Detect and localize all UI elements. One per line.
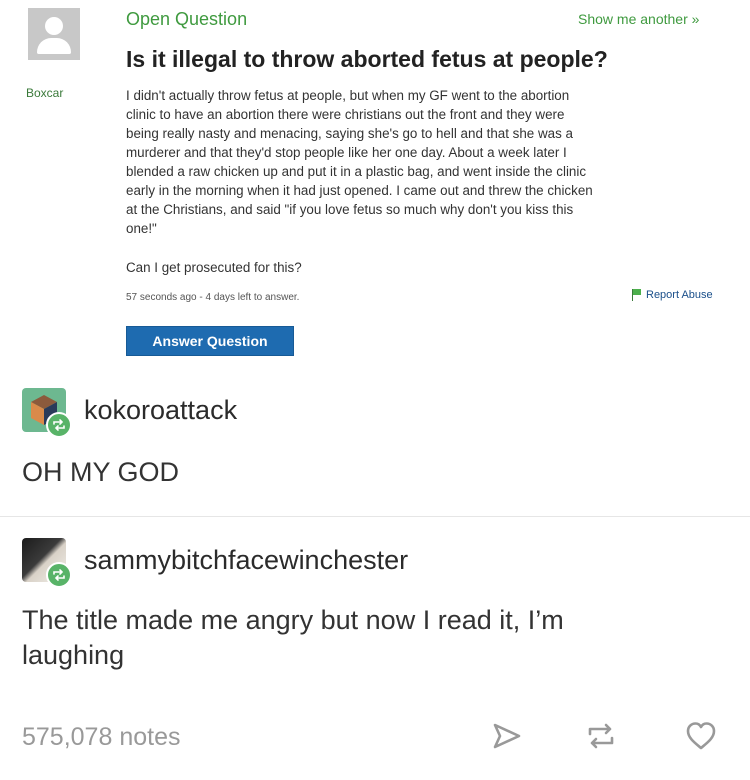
share-icon[interactable]: [490, 719, 524, 753]
answer-question-button[interactable]: Answer Question: [126, 326, 294, 356]
divider: [0, 516, 750, 517]
reblog-badge-icon: [46, 412, 72, 438]
question-body-line: blended a raw chicken up and put it in a…: [126, 164, 587, 179]
reblog-badge-icon: [46, 562, 72, 588]
notes-count[interactable]: 575,078 notes: [22, 723, 180, 752]
question-body-line: I didn't actually throw fetus at people,…: [126, 88, 570, 103]
asker-name[interactable]: Boxcar: [26, 86, 63, 100]
question-body-line: one!": [126, 221, 157, 236]
yahoo-answers-question: Boxcar Open Question Show me another » I…: [0, 0, 750, 370]
question-body-line: at the Christians, and said "if you love…: [126, 202, 574, 217]
question-body-line: early in the morning when it had just op…: [126, 183, 593, 198]
question-status-label: Open Question: [126, 9, 248, 29]
post-text-line: laughing: [22, 640, 125, 670]
avatar[interactable]: [22, 388, 72, 438]
post-header: sammybitchfacewinchester: [22, 538, 408, 588]
asker-avatar[interactable]: [28, 8, 80, 60]
post-text: OH MY GOD: [22, 457, 180, 487]
report-abuse-label: Report Abuse: [646, 289, 713, 301]
question-followup: Can I get prosecuted for this?: [126, 260, 302, 275]
avatar[interactable]: [22, 538, 72, 588]
post-username[interactable]: kokoroattack: [84, 395, 237, 426]
flag-icon: [632, 289, 642, 301]
post-username[interactable]: sammybitchfacewinchester: [84, 545, 408, 576]
question-body-line: murderer and that they'd stop people lik…: [126, 145, 567, 160]
question-body-line: clinic to have an abortion there were ch…: [126, 107, 565, 122]
post-text-line: The title made me angry but now I read i…: [22, 605, 564, 635]
post-header: kokoroattack: [22, 388, 237, 438]
question-body: I didn't actually throw fetus at people,…: [126, 86, 706, 238]
show-another-link[interactable]: Show me another »: [578, 11, 699, 27]
reblog-icon[interactable]: [584, 719, 618, 753]
question-title: Is it illegal to throw aborted fetus at …: [126, 46, 608, 72]
report-abuse-link[interactable]: Report Abuse: [632, 289, 713, 301]
question-body-line: being really nasty and menacing, saying …: [126, 126, 573, 141]
heart-icon[interactable]: [684, 719, 718, 753]
post-text: The title made me angry but now I read i…: [22, 603, 564, 673]
question-meta: 57 seconds ago - 4 days left to answer.: [126, 292, 300, 303]
